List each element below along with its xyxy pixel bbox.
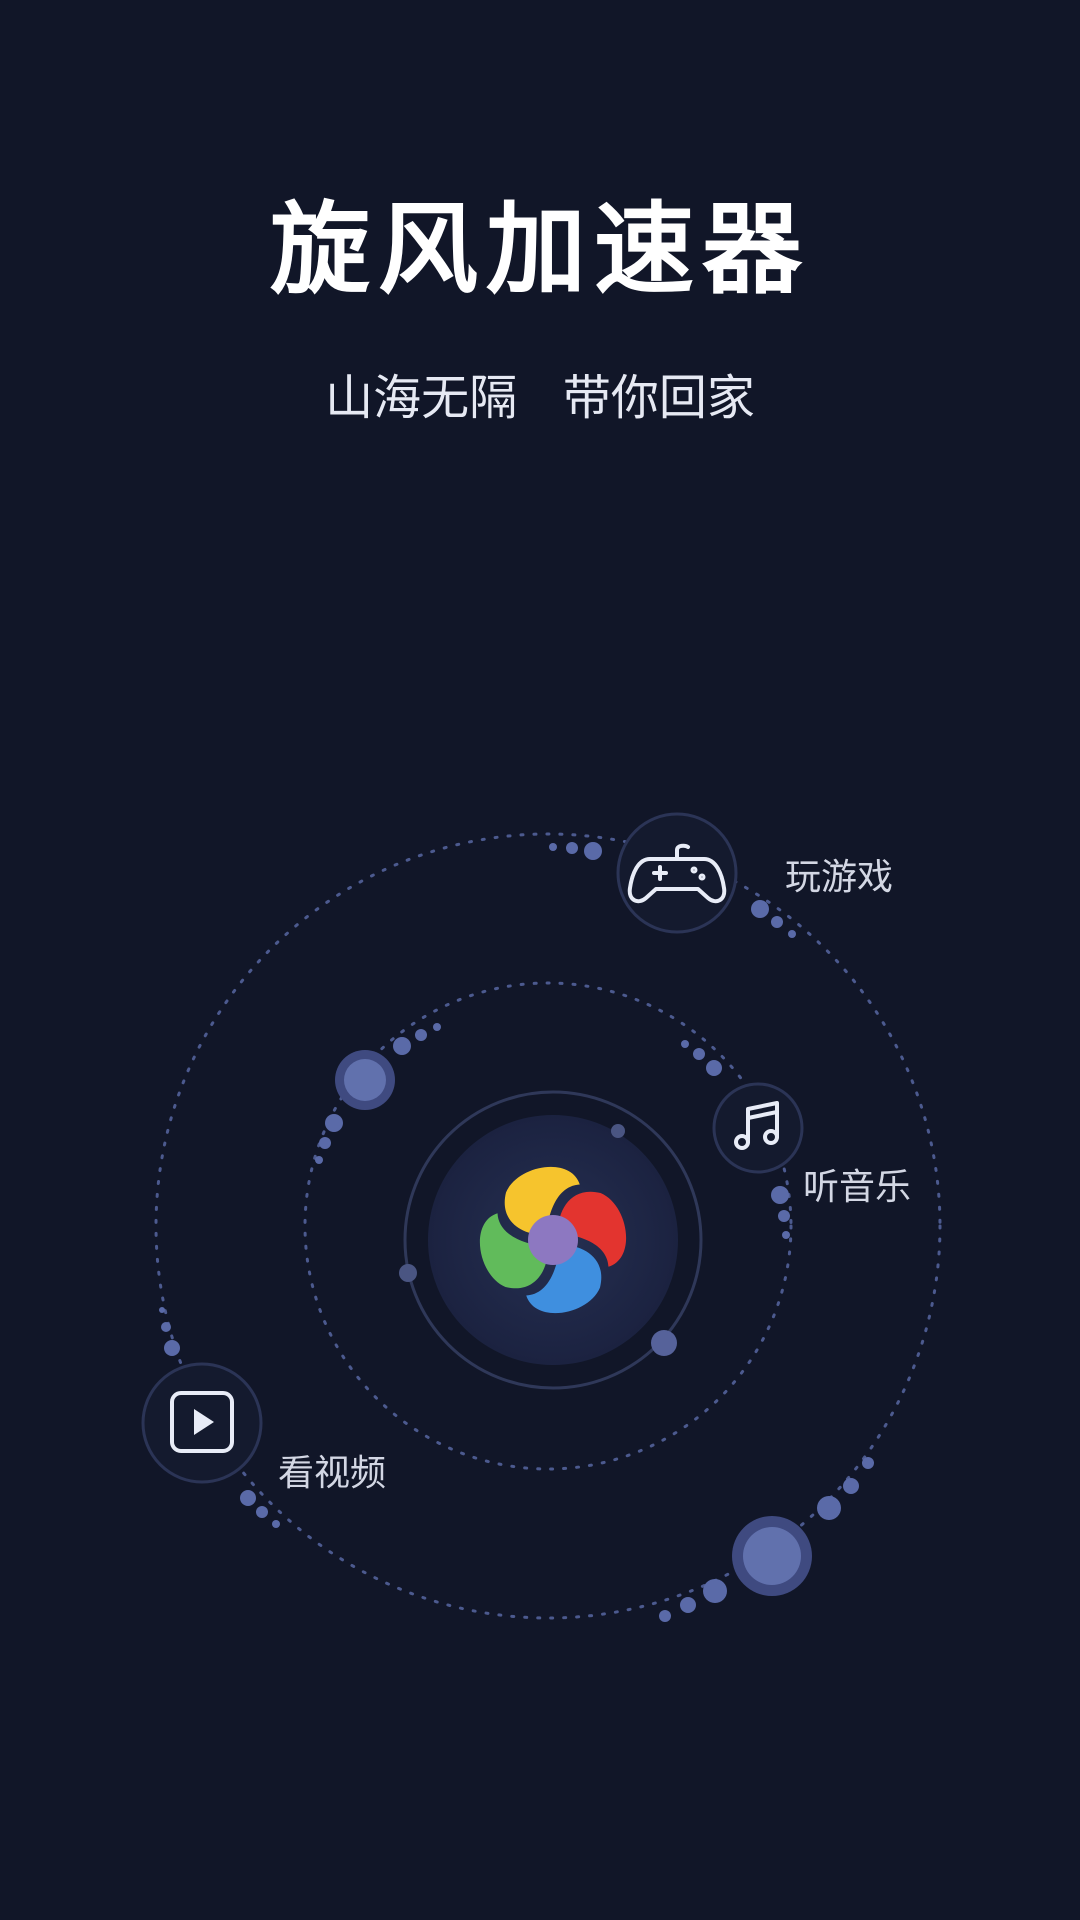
- orbit-orb-large: [732, 1516, 812, 1596]
- feature-game-bubble: [616, 812, 738, 934]
- splash-screen: 旋风加速器 山海无隔 带你回家 玩游戏 听音乐 看视频: [0, 0, 1080, 1920]
- feature-music-bubble: [712, 1082, 804, 1174]
- feature-video-bubble: [141, 1362, 263, 1484]
- feature-label-game: 玩游戏: [785, 857, 894, 898]
- orbit-illustration: [141, 812, 942, 1622]
- feature-label-video: 看视频: [278, 1453, 387, 1494]
- orbit-orb-small: [335, 1050, 395, 1110]
- feature-label-music: 听音乐: [803, 1167, 912, 1208]
